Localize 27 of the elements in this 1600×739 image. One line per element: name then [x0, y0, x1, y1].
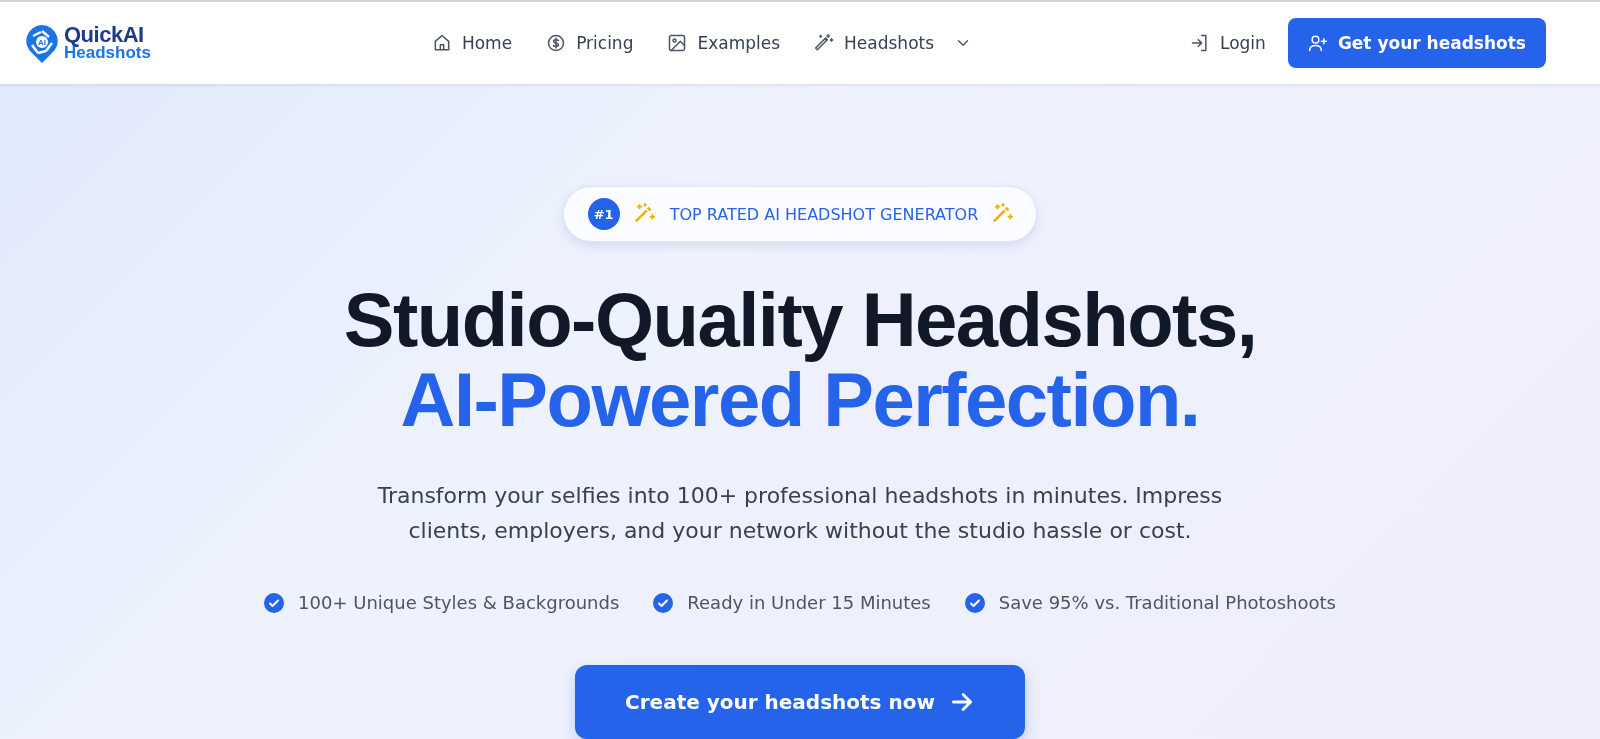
feature-text: Ready in Under 15 Minutes	[687, 592, 931, 613]
image-icon	[667, 33, 688, 53]
check-circle-icon	[653, 592, 674, 613]
logo-icon: AI	[24, 23, 60, 63]
nav-link[interactable]: Headshots	[814, 33, 973, 53]
subtitle: Transform your selfies into 100+ professional headshots in minutes. Impress clients, employers, and your network without the studio hassle or cost.	[376, 482, 1224, 545]
dollar-icon	[546, 33, 567, 53]
feature-text: 100+ Unique Styles & Backgrounds	[298, 592, 620, 613]
badge-text: TOP RATED AI HEADSHOT GENERATOR	[669, 204, 979, 224]
nav-link[interactable]: Home	[431, 33, 513, 53]
magic-wand-icon	[992, 203, 1015, 225]
headline: Studio-Quality Headshots,	[343, 280, 1257, 360]
add-user-icon	[1307, 33, 1328, 53]
logo-subtext: Headshots	[64, 45, 151, 61]
logo-text: QuickAI	[64, 25, 144, 46]
magic-wand-icon	[633, 203, 656, 225]
check-circle-icon	[964, 592, 985, 613]
check-circle-icon	[264, 592, 285, 613]
nav-link[interactable]: Pricing	[546, 33, 634, 53]
login-icon	[1190, 33, 1210, 53]
get-headshots-button[interactable]: Get your headshots	[1287, 18, 1546, 68]
rank-badge: #1	[587, 198, 620, 230]
login-link[interactable]: Login	[1190, 33, 1266, 53]
nav-link[interactable]: Examples	[667, 33, 781, 53]
feature-text: Save 95% vs. Traditional Photoshoots	[998, 592, 1336, 613]
magic-wand-icon	[814, 33, 835, 53]
create-headshots-button[interactable]: Create your headshots now	[575, 665, 1025, 739]
